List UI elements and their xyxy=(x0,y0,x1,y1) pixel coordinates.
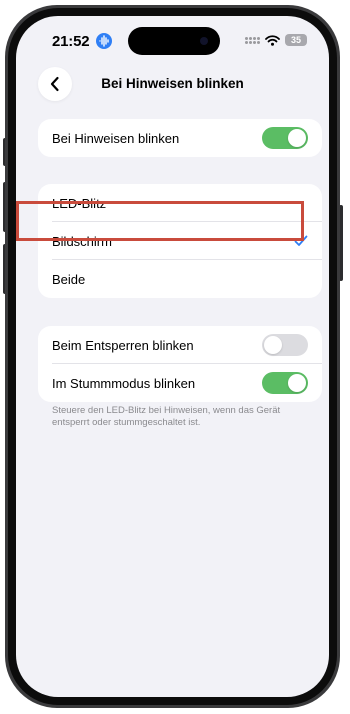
unlocked-flash-row: Beim Entsperren blinken xyxy=(38,326,322,364)
checkmark-icon xyxy=(294,235,308,246)
silent-flash-switch[interactable] xyxy=(262,372,308,394)
silent-flash-label: Im Stummmodus blinken xyxy=(52,375,196,391)
status-indicators: 35 xyxy=(245,34,307,46)
flash-toggle-row: Bei Hinweisen blinken xyxy=(38,119,322,157)
option-screen[interactable]: Bildschirm xyxy=(38,222,322,260)
page-title: Bei Hinweisen blinken xyxy=(101,76,244,91)
option-label: LED-Blitz xyxy=(52,195,107,211)
conditions-group: Beim Entsperren blinken Im Stummmodus bl… xyxy=(38,326,322,402)
flash-type-group: LED-Blitz Bildschirm Beide xyxy=(38,184,322,298)
flash-toggle-label: Bei Hinweisen blinken xyxy=(52,130,180,146)
battery-icon: 35 xyxy=(285,34,307,46)
screen: 21:52 35 Bei Hinweisen blinken Bei Hinwe… xyxy=(16,16,329,697)
flash-toggle-switch[interactable] xyxy=(262,127,308,149)
wifi-icon xyxy=(265,34,280,46)
status-time: 21:52 xyxy=(52,33,90,50)
unlocked-flash-switch[interactable] xyxy=(262,334,308,356)
option-both[interactable]: Beide xyxy=(38,260,322,298)
silent-flash-row: Im Stummmodus blinken xyxy=(38,364,322,402)
option-led-flash[interactable]: LED-Blitz xyxy=(38,184,322,222)
phone-bezel: 21:52 35 Bei Hinweisen blinken Bei Hinwe… xyxy=(8,8,337,705)
phone-frame: 21:52 35 Bei Hinweisen blinken Bei Hinwe… xyxy=(5,5,340,708)
cellular-dots-icon xyxy=(245,36,260,44)
option-label: Beide xyxy=(52,271,86,287)
conditions-footnote: Steuere den LED-Blitz bei Hinweisen, wen… xyxy=(52,405,281,428)
dynamic-island xyxy=(128,27,220,55)
unlocked-flash-label: Beim Entsperren blinken xyxy=(52,337,194,353)
option-label: Bildschirm xyxy=(52,233,112,249)
siri-waveform-icon xyxy=(96,33,112,49)
flash-toggle-group: Bei Hinweisen blinken xyxy=(38,119,322,157)
front-camera xyxy=(200,37,208,45)
